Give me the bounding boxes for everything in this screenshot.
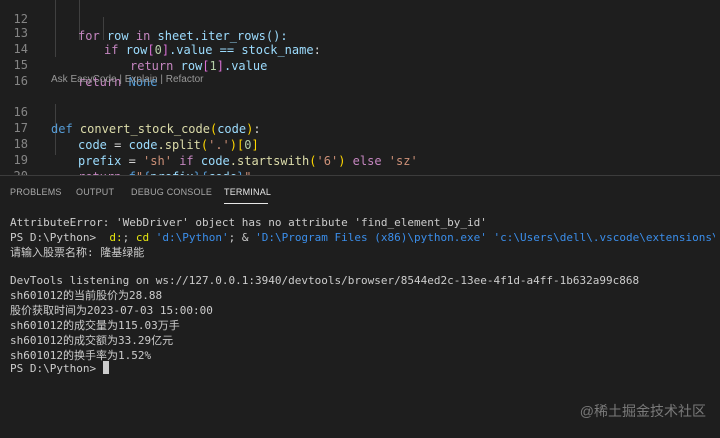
code-line: 15 return None — [0, 40, 720, 89]
tab-debug-console[interactable]: DEBUG CONSOLE — [131, 186, 212, 199]
terminal-line: DevTools listening on ws://127.0.0.1:394… — [10, 274, 640, 287]
bottom-panel: PROBLEMS OUTPUT DEBUG CONSOLE TERMINAL A… — [0, 175, 720, 438]
terminal-line: sh601012的成交量为115.03万手 — [10, 319, 180, 332]
code-line: 18 prefix = 'sh' if code.startswith('6')… — [0, 119, 720, 168]
line-number: 20 — [0, 168, 28, 175]
terminal-line: sh601012的成交额为33.29亿元 — [10, 334, 174, 347]
tab-output[interactable]: OUTPUT — [76, 186, 114, 199]
terminal-line: 股价获取时间为2023-07-03 15:00:00 — [10, 304, 213, 317]
active-tab-indicator — [224, 203, 268, 204]
code-editor[interactable]: 12 for row in sheet.iter_rows(): 13 if r… — [0, 0, 720, 175]
panel-tabs: PROBLEMS OUTPUT DEBUG CONSOLE TERMINAL — [0, 176, 720, 208]
codelens-explain[interactable]: Explain — [125, 74, 158, 85]
code-line: 14 return row[1].value — [0, 24, 720, 73]
terminal-prompt-line[interactable]: PS D:\Python> — [10, 361, 715, 376]
terminal-line: 请输入股票名称: 隆基绿能 — [10, 246, 145, 259]
terminal-line: sh601012的当前股价为28.88 — [10, 289, 163, 302]
codelens-ask-easycode[interactable]: Ask EasyCode — [51, 74, 117, 85]
terminal-line: PS D:\Python> d:; cd 'd:\Python'; & 'D:\… — [10, 231, 715, 244]
code-line: 16 — [0, 56, 720, 88]
code-line: 16 def convert_stock_code(code): — [0, 87, 720, 136]
terminal-line: AttributeError: 'WebDriver' object has n… — [10, 216, 487, 229]
terminal-cursor — [102, 361, 109, 374]
tab-problems[interactable]: PROBLEMS — [10, 186, 62, 199]
code-line: 13 if row[0].value == stock_name: — [0, 8, 720, 57]
tab-terminal[interactable]: TERMINAL — [224, 186, 271, 199]
watermark: @稀土掘金技术社区 — [579, 403, 706, 419]
code-line: 20 — [0, 151, 720, 175]
code-line: 19 return f"{prefix}{code}" — [0, 135, 720, 175]
codelens-refactor[interactable]: Refactor — [166, 74, 204, 85]
codelens-bar: Ask EasyCode | Explain | Refactor — [51, 74, 204, 85]
code-line: 17 code = code.split('.')[0] — [0, 103, 720, 152]
